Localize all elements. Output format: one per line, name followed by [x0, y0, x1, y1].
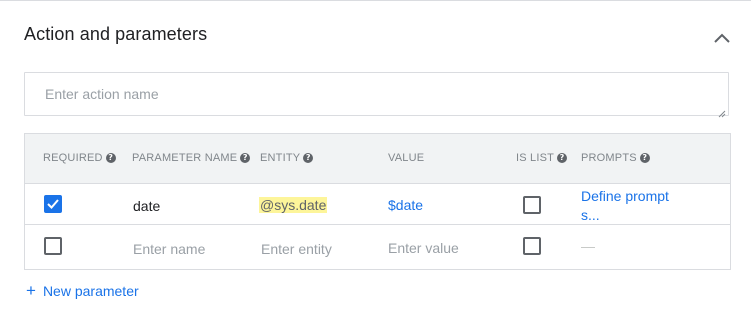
table-row: Enter name Enter entity Enter value — — [25, 225, 730, 269]
prompts-link-line: Define prompt — [581, 188, 669, 204]
parameters-table: REQUIRED ? PARAMETER NAME ? ENTITY ? VAL… — [24, 133, 731, 270]
header-label: REQUIRED — [43, 152, 103, 164]
help-icon[interactable]: ? — [105, 153, 116, 163]
entity-highlight: @sys.date — [259, 197, 328, 213]
prompts-link-line: s... — [581, 207, 600, 223]
new-parameter-button[interactable]: + New parameter — [26, 281, 139, 300]
header-label: PROMPTS — [581, 152, 637, 164]
header-parameter-name: PARAMETER NAME ? — [132, 152, 251, 164]
help-icon[interactable]: ? — [303, 153, 314, 163]
header-label: VALUE — [388, 152, 425, 164]
header-required: REQUIRED ? — [43, 152, 116, 164]
parameter-name-value[interactable]: date — [133, 198, 160, 214]
is-list-checkbox[interactable] — [523, 237, 541, 255]
required-checkbox[interactable] — [44, 195, 62, 213]
table-header: REQUIRED ? PARAMETER NAME ? ENTITY ? VAL… — [25, 134, 730, 184]
action-name-field[interactable] — [24, 72, 729, 118]
is-list-checkbox[interactable] — [523, 196, 541, 214]
action-name-input[interactable] — [25, 73, 728, 115]
header-value: VALUE — [388, 152, 424, 164]
header-label: IS LIST — [516, 152, 555, 164]
define-prompts-link[interactable]: Define prompt s... — [581, 187, 669, 225]
table-row: date @sys.date $date Define prompt s... — [25, 184, 730, 225]
value-field[interactable]: $date — [388, 197, 423, 213]
section-divider — [0, 0, 751, 1]
header-label: PARAMETER NAME — [132, 152, 238, 164]
new-parameter-label: New parameter — [42, 283, 139, 299]
help-icon[interactable]: ? — [240, 153, 251, 163]
parameter-name-input[interactable]: Enter name — [133, 241, 205, 257]
header-entity: ENTITY ? — [260, 152, 314, 164]
section-title: Action and parameters — [24, 24, 208, 44]
entity-input[interactable]: Enter entity — [261, 241, 332, 257]
plus-icon: + — [26, 281, 36, 300]
resize-handle-icon[interactable] — [718, 105, 726, 118]
help-icon[interactable]: ? — [557, 153, 568, 163]
header-prompts: PROMPTS ? — [581, 152, 650, 164]
header-is-list: IS LIST ? — [516, 152, 568, 164]
chevron-up-icon — [713, 31, 731, 49]
collapse-button[interactable] — [708, 28, 736, 52]
required-checkbox[interactable] — [44, 237, 62, 255]
entity-value[interactable]: @sys.date — [259, 197, 328, 213]
help-icon[interactable]: ? — [639, 153, 650, 163]
value-input[interactable]: Enter value — [388, 240, 459, 256]
header-label: ENTITY — [260, 152, 301, 164]
prompts-empty-dash: — — [581, 238, 595, 254]
